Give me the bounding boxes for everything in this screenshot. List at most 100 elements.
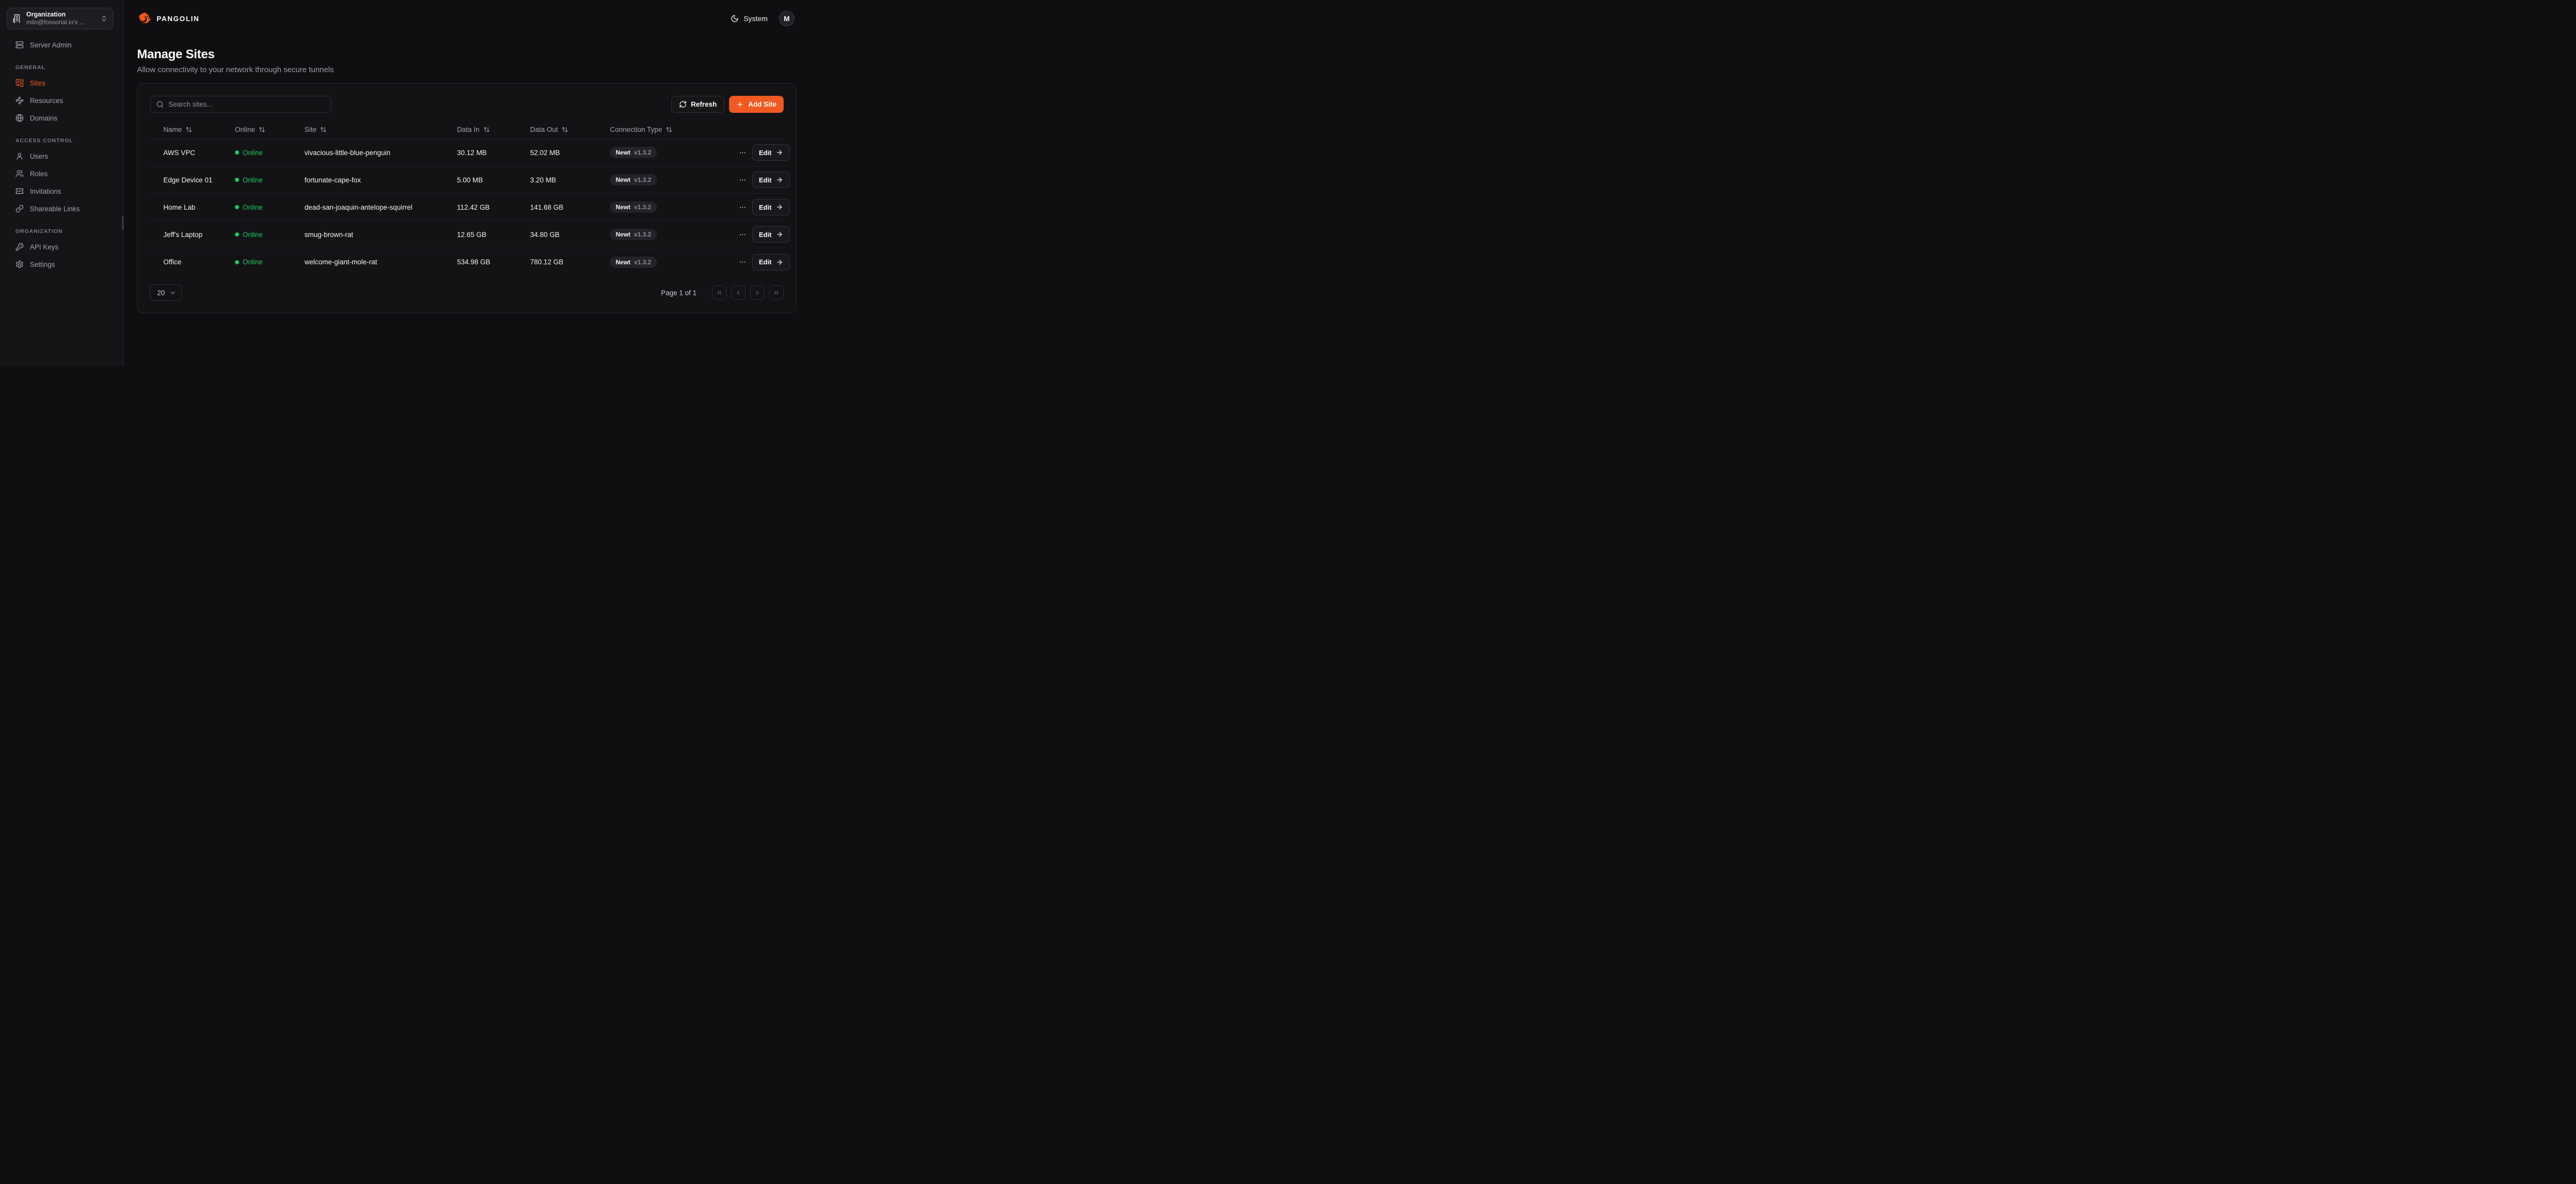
sidebar-item-label: Shareable Links — [30, 205, 80, 213]
table-footer: 20 Page 1 of 1 — [150, 284, 784, 301]
sort-icon — [320, 126, 327, 133]
edit-button[interactable]: Edit — [752, 226, 790, 243]
data-out-cell: 52.02 MB — [530, 149, 610, 157]
column-header-data-in[interactable]: Data In — [457, 126, 530, 133]
online-status: Online — [235, 204, 304, 211]
table-toolbar: Refresh Add Site — [150, 96, 784, 113]
ticket-check-icon — [15, 187, 24, 195]
online-dot-icon — [235, 205, 239, 209]
row-menu-button[interactable] — [736, 146, 749, 159]
online-dot-icon — [235, 150, 239, 155]
search-input[interactable] — [168, 100, 325, 108]
avatar[interactable]: M — [779, 11, 794, 26]
sidebar-item-settings[interactable]: Settings — [7, 257, 116, 272]
users-icon — [15, 170, 24, 178]
sidebar-item-invitations[interactable]: Invitations — [7, 184, 116, 198]
sidebar-item-domains[interactable]: Domains — [7, 111, 116, 125]
prev-page-button[interactable] — [731, 285, 745, 300]
org-picker[interactable]: Organization milo@fossorial.io's ... — [7, 8, 113, 29]
pangolin-logo-icon — [137, 11, 152, 26]
chevron-left-icon — [735, 289, 742, 296]
building-icon — [12, 14, 22, 23]
sidebar-item-server-admin[interactable]: Server Admin — [7, 38, 116, 52]
row-menu-button[interactable] — [736, 173, 749, 187]
sidebar-item-label: Users — [30, 153, 48, 160]
edit-button[interactable]: Edit — [752, 172, 790, 188]
online-dot-icon — [235, 178, 239, 182]
topbar: PANGOLIN System M — [124, 0, 808, 37]
refresh-button[interactable]: Refresh — [671, 96, 724, 113]
status-label: Online — [243, 149, 263, 157]
sidebar-item-sites[interactable]: Sites — [7, 76, 116, 90]
data-in-cell: 30.12 MB — [457, 149, 530, 157]
sidebar: Organization milo@fossorial.io's ... Ser… — [0, 0, 124, 366]
site-name-cell: Home Lab — [150, 204, 235, 211]
chevrons-right-icon — [773, 289, 780, 296]
page-size-select[interactable]: 20 — [150, 284, 182, 301]
data-out-cell: 780.12 GB — [530, 258, 610, 266]
next-page-button[interactable] — [750, 285, 765, 300]
edit-button[interactable]: Edit — [752, 254, 790, 270]
sort-icon — [666, 126, 672, 133]
theme-toggle[interactable]: System — [731, 14, 768, 23]
sidebar-item-label: Sites — [30, 79, 45, 87]
key-icon — [15, 243, 24, 251]
site-slug-cell: smug-brown-rat — [304, 231, 457, 239]
theme-label: System — [743, 14, 768, 23]
sidebar-item-roles[interactable]: Roles — [7, 166, 116, 181]
search-icon — [156, 100, 164, 108]
data-in-cell: 534.98 GB — [457, 258, 530, 266]
sort-icon — [562, 126, 568, 133]
column-header-name[interactable]: Name — [150, 126, 235, 133]
connection-badge: Newt v1.3.2 — [610, 147, 657, 158]
sidebar-item-label: Settings — [30, 261, 55, 268]
column-header-online[interactable]: Online — [235, 126, 304, 133]
chevron-right-icon — [754, 289, 761, 296]
sidebar-nav: Server Admin GENERAL Sites Resources Dom… — [0, 38, 123, 272]
connection-badge: Newt v1.3.2 — [610, 201, 657, 213]
edit-button[interactable]: Edit — [752, 199, 790, 215]
moon-icon — [731, 14, 739, 23]
sites-table: Name Online Site Data In Data Out — [150, 120, 784, 276]
sidebar-item-label: Server Admin — [30, 41, 72, 49]
chevrons-left-icon — [716, 289, 723, 296]
column-header-site[interactable]: Site — [304, 126, 457, 133]
table-row: Edge Device 01 Online fortunate-cape-fox… — [150, 166, 784, 194]
online-status: Online — [235, 149, 304, 157]
arrow-right-icon — [776, 259, 783, 266]
sidebar-item-label: Invitations — [30, 188, 61, 195]
refresh-icon — [679, 100, 687, 108]
edit-button[interactable]: Edit — [752, 144, 790, 161]
brand-logo[interactable]: PANGOLIN — [137, 11, 199, 26]
server-icon — [15, 41, 24, 49]
waypoints-icon — [15, 96, 24, 105]
ellipsis-icon — [739, 176, 747, 184]
table-row: Home Lab Online dead-san-joaquin-antelop… — [150, 194, 784, 221]
column-header-connection-type[interactable]: Connection Type — [610, 126, 736, 133]
globe-icon — [15, 114, 24, 122]
org-picker-value: milo@fossorial.io's ... — [26, 19, 96, 26]
sidebar-item-resources[interactable]: Resources — [7, 93, 116, 108]
row-menu-button[interactable] — [736, 228, 749, 241]
sidebar-item-api-keys[interactable]: API Keys — [7, 240, 116, 254]
table-row: Jeff's Laptop Online smug-brown-rat 12.6… — [150, 221, 784, 248]
table-row: AWS VPC Online vivacious-little-blue-pen… — [150, 139, 784, 166]
column-header-data-out[interactable]: Data Out — [530, 126, 610, 133]
add-site-button[interactable]: Add Site — [729, 96, 784, 113]
sidebar-item-shareable-links[interactable]: Shareable Links — [7, 201, 116, 216]
row-menu-button[interactable] — [736, 200, 749, 214]
row-menu-button[interactable] — [736, 256, 749, 269]
sidebar-section-access-control: ACCESS CONTROL — [7, 138, 116, 144]
connection-badge: Newt v1.3.2 — [610, 257, 657, 268]
data-out-cell: 34.80 GB — [530, 231, 610, 239]
sidebar-item-users[interactable]: Users — [7, 149, 116, 163]
main-content: PANGOLIN System M Manage Sites Allow con… — [124, 0, 808, 366]
arrow-right-icon — [776, 204, 783, 211]
connection-type-cell: Newt v1.3.2 — [610, 229, 736, 240]
connection-type-cell: Newt v1.3.2 — [610, 147, 736, 158]
last-page-button[interactable] — [769, 285, 784, 300]
first-page-button[interactable] — [712, 285, 726, 300]
data-in-cell: 5.00 MB — [457, 176, 530, 184]
sidebar-item-label: Roles — [30, 170, 48, 178]
brand-name: PANGOLIN — [157, 15, 199, 23]
